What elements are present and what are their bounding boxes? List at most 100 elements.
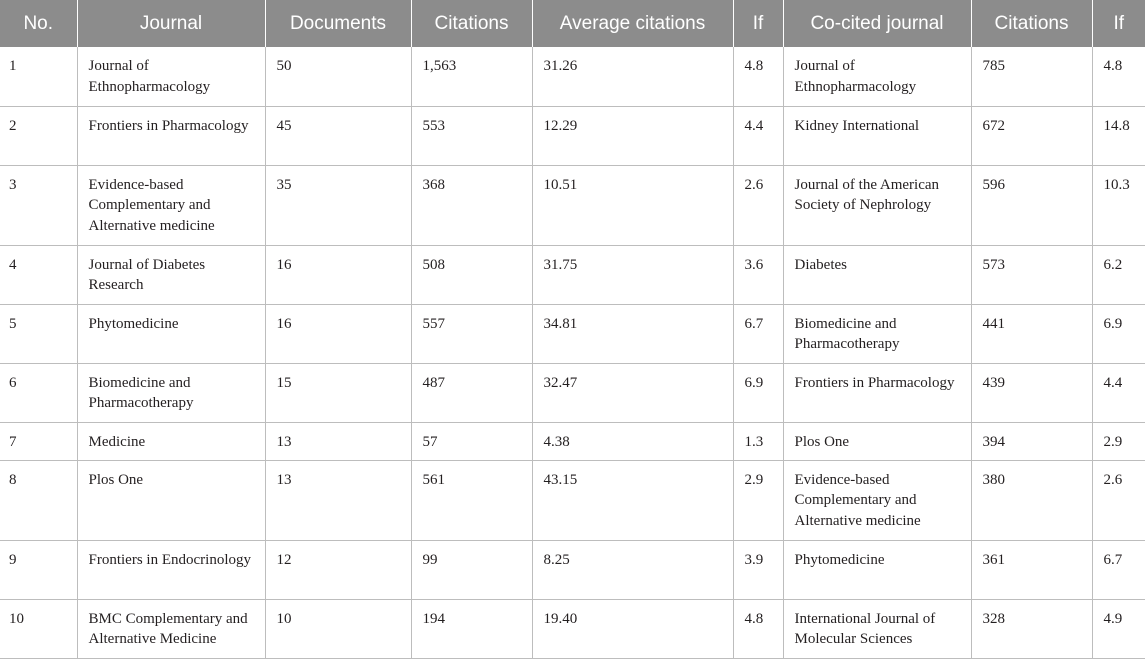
table-row: 6 Biomedicine and Pharmacotherapy 15 487… — [0, 363, 1145, 423]
header-co-cited-if: If — [1091, 0, 1145, 47]
cell-documents: 45 — [264, 106, 411, 166]
header-co-cited-journal: Co-cited journal — [782, 0, 971, 47]
cell-co-cited-citations: 785 — [970, 47, 1092, 107]
table-row: 5 Phytomedicine 16 557 34.81 6.7 Biomedi… — [0, 304, 1145, 364]
cell-documents: 16 — [264, 245, 411, 305]
cell-journal: Plos One — [76, 460, 265, 541]
cell-no: 4 — [0, 245, 77, 305]
cell-average-citations: 32.47 — [531, 363, 733, 423]
cell-documents: 50 — [264, 47, 411, 107]
cell-no: 6 — [0, 363, 77, 423]
cell-documents: 13 — [264, 460, 411, 541]
header-journal: Journal — [76, 0, 265, 47]
cell-co-cited-if: 4.4 — [1091, 363, 1145, 423]
cell-documents: 12 — [264, 540, 411, 600]
cell-citations: 487 — [410, 363, 532, 423]
cell-if: 3.6 — [732, 245, 783, 305]
cell-citations: 508 — [410, 245, 532, 305]
cell-co-cited-journal: Phytomedicine — [782, 540, 971, 600]
cell-journal: Medicine — [76, 422, 265, 461]
table-body: 1 Journal of Ethnopharmacology 50 1,563 … — [0, 47, 1145, 659]
cell-co-cited-if: 2.9 — [1091, 422, 1145, 461]
cell-journal: BMC Complementary and Alternative Medici… — [76, 599, 265, 659]
cell-if: 4.8 — [732, 47, 783, 107]
cell-no: 2 — [0, 106, 77, 166]
cell-average-citations: 43.15 — [531, 460, 733, 541]
table-row: 4 Journal of Diabetes Research 16 508 31… — [0, 245, 1145, 305]
cell-co-cited-journal: Diabetes — [782, 245, 971, 305]
header-row: No. Journal Documents Citations Average … — [0, 0, 1145, 47]
cell-co-cited-journal: Frontiers in Pharmacology — [782, 363, 971, 423]
cell-co-cited-if: 6.2 — [1091, 245, 1145, 305]
cell-citations: 553 — [410, 106, 532, 166]
cell-if: 3.9 — [732, 540, 783, 600]
cell-average-citations: 31.75 — [531, 245, 733, 305]
cell-documents: 10 — [264, 599, 411, 659]
cell-no: 5 — [0, 304, 77, 364]
cell-no: 7 — [0, 422, 77, 461]
table-row: 9 Frontiers in Endocrinology 12 99 8.25 … — [0, 540, 1145, 600]
cell-if: 4.4 — [732, 106, 783, 166]
cell-documents: 13 — [264, 422, 411, 461]
cell-co-cited-if: 4.9 — [1091, 599, 1145, 659]
cell-journal: Frontiers in Endocrinology — [76, 540, 265, 600]
cell-average-citations: 10.51 — [531, 165, 733, 246]
cell-citations: 57 — [410, 422, 532, 461]
cell-documents: 16 — [264, 304, 411, 364]
cell-if: 6.7 — [732, 304, 783, 364]
cell-journal: Phytomedicine — [76, 304, 265, 364]
cell-co-cited-citations: 573 — [970, 245, 1092, 305]
cell-average-citations: 4.38 — [531, 422, 733, 461]
cell-co-cited-if: 14.8 — [1091, 106, 1145, 166]
cell-citations: 194 — [410, 599, 532, 659]
cell-documents: 15 — [264, 363, 411, 423]
cell-co-cited-journal: Plos One — [782, 422, 971, 461]
cell-average-citations: 34.81 — [531, 304, 733, 364]
cell-average-citations: 8.25 — [531, 540, 733, 600]
cell-co-cited-journal: Journal of Ethnopharmacology — [782, 47, 971, 107]
cell-documents: 35 — [264, 165, 411, 246]
cell-no: 3 — [0, 165, 77, 246]
cell-if: 2.6 — [732, 165, 783, 246]
cell-co-cited-journal: Evidence-based Complementary and Alterna… — [782, 460, 971, 541]
cell-co-cited-if: 10.3 — [1091, 165, 1145, 246]
cell-co-cited-journal: Biomedicine and Pharmacotherapy — [782, 304, 971, 364]
cell-journal: Journal of Ethnopharmacology — [76, 47, 265, 107]
cell-citations: 1,563 — [410, 47, 532, 107]
cell-co-cited-citations: 361 — [970, 540, 1092, 600]
cell-co-cited-citations: 394 — [970, 422, 1092, 461]
cell-journal: Evidence-based Complementary and Alterna… — [76, 165, 265, 246]
table-row: 2 Frontiers in Pharmacology 45 553 12.29… — [0, 106, 1145, 166]
journal-table: No. Journal Documents Citations Average … — [0, 0, 1145, 659]
cell-co-cited-citations: 672 — [970, 106, 1092, 166]
cell-average-citations: 12.29 — [531, 106, 733, 166]
cell-co-cited-if: 4.8 — [1091, 47, 1145, 107]
header-documents: Documents — [264, 0, 411, 47]
cell-no: 9 — [0, 540, 77, 600]
cell-no: 1 — [0, 47, 77, 107]
table-header: No. Journal Documents Citations Average … — [0, 0, 1145, 47]
cell-journal: Frontiers in Pharmacology — [76, 106, 265, 166]
cell-average-citations: 19.40 — [531, 599, 733, 659]
cell-co-cited-citations: 380 — [970, 460, 1092, 541]
header-no: No. — [0, 0, 77, 47]
cell-no: 10 — [0, 599, 77, 659]
table-row: 10 BMC Complementary and Alternative Med… — [0, 599, 1145, 659]
cell-co-cited-journal: International Journal of Molecular Scien… — [782, 599, 971, 659]
table-row: 1 Journal of Ethnopharmacology 50 1,563 … — [0, 47, 1145, 107]
cell-citations: 557 — [410, 304, 532, 364]
cell-journal: Biomedicine and Pharmacotherapy — [76, 363, 265, 423]
table-row: 8 Plos One 13 561 43.15 2.9 Evidence-bas… — [0, 460, 1145, 541]
cell-if: 6.9 — [732, 363, 783, 423]
cell-citations: 561 — [410, 460, 532, 541]
cell-co-cited-citations: 596 — [970, 165, 1092, 246]
cell-co-cited-journal: Journal of the American Society of Nephr… — [782, 165, 971, 246]
cell-co-cited-if: 2.6 — [1091, 460, 1145, 541]
cell-co-cited-citations: 439 — [970, 363, 1092, 423]
cell-citations: 99 — [410, 540, 532, 600]
cell-co-cited-if: 6.7 — [1091, 540, 1145, 600]
cell-if: 1.3 — [732, 422, 783, 461]
table-row: 3 Evidence-based Complementary and Alter… — [0, 165, 1145, 246]
cell-citations: 368 — [410, 165, 532, 246]
header-if: If — [732, 0, 783, 47]
